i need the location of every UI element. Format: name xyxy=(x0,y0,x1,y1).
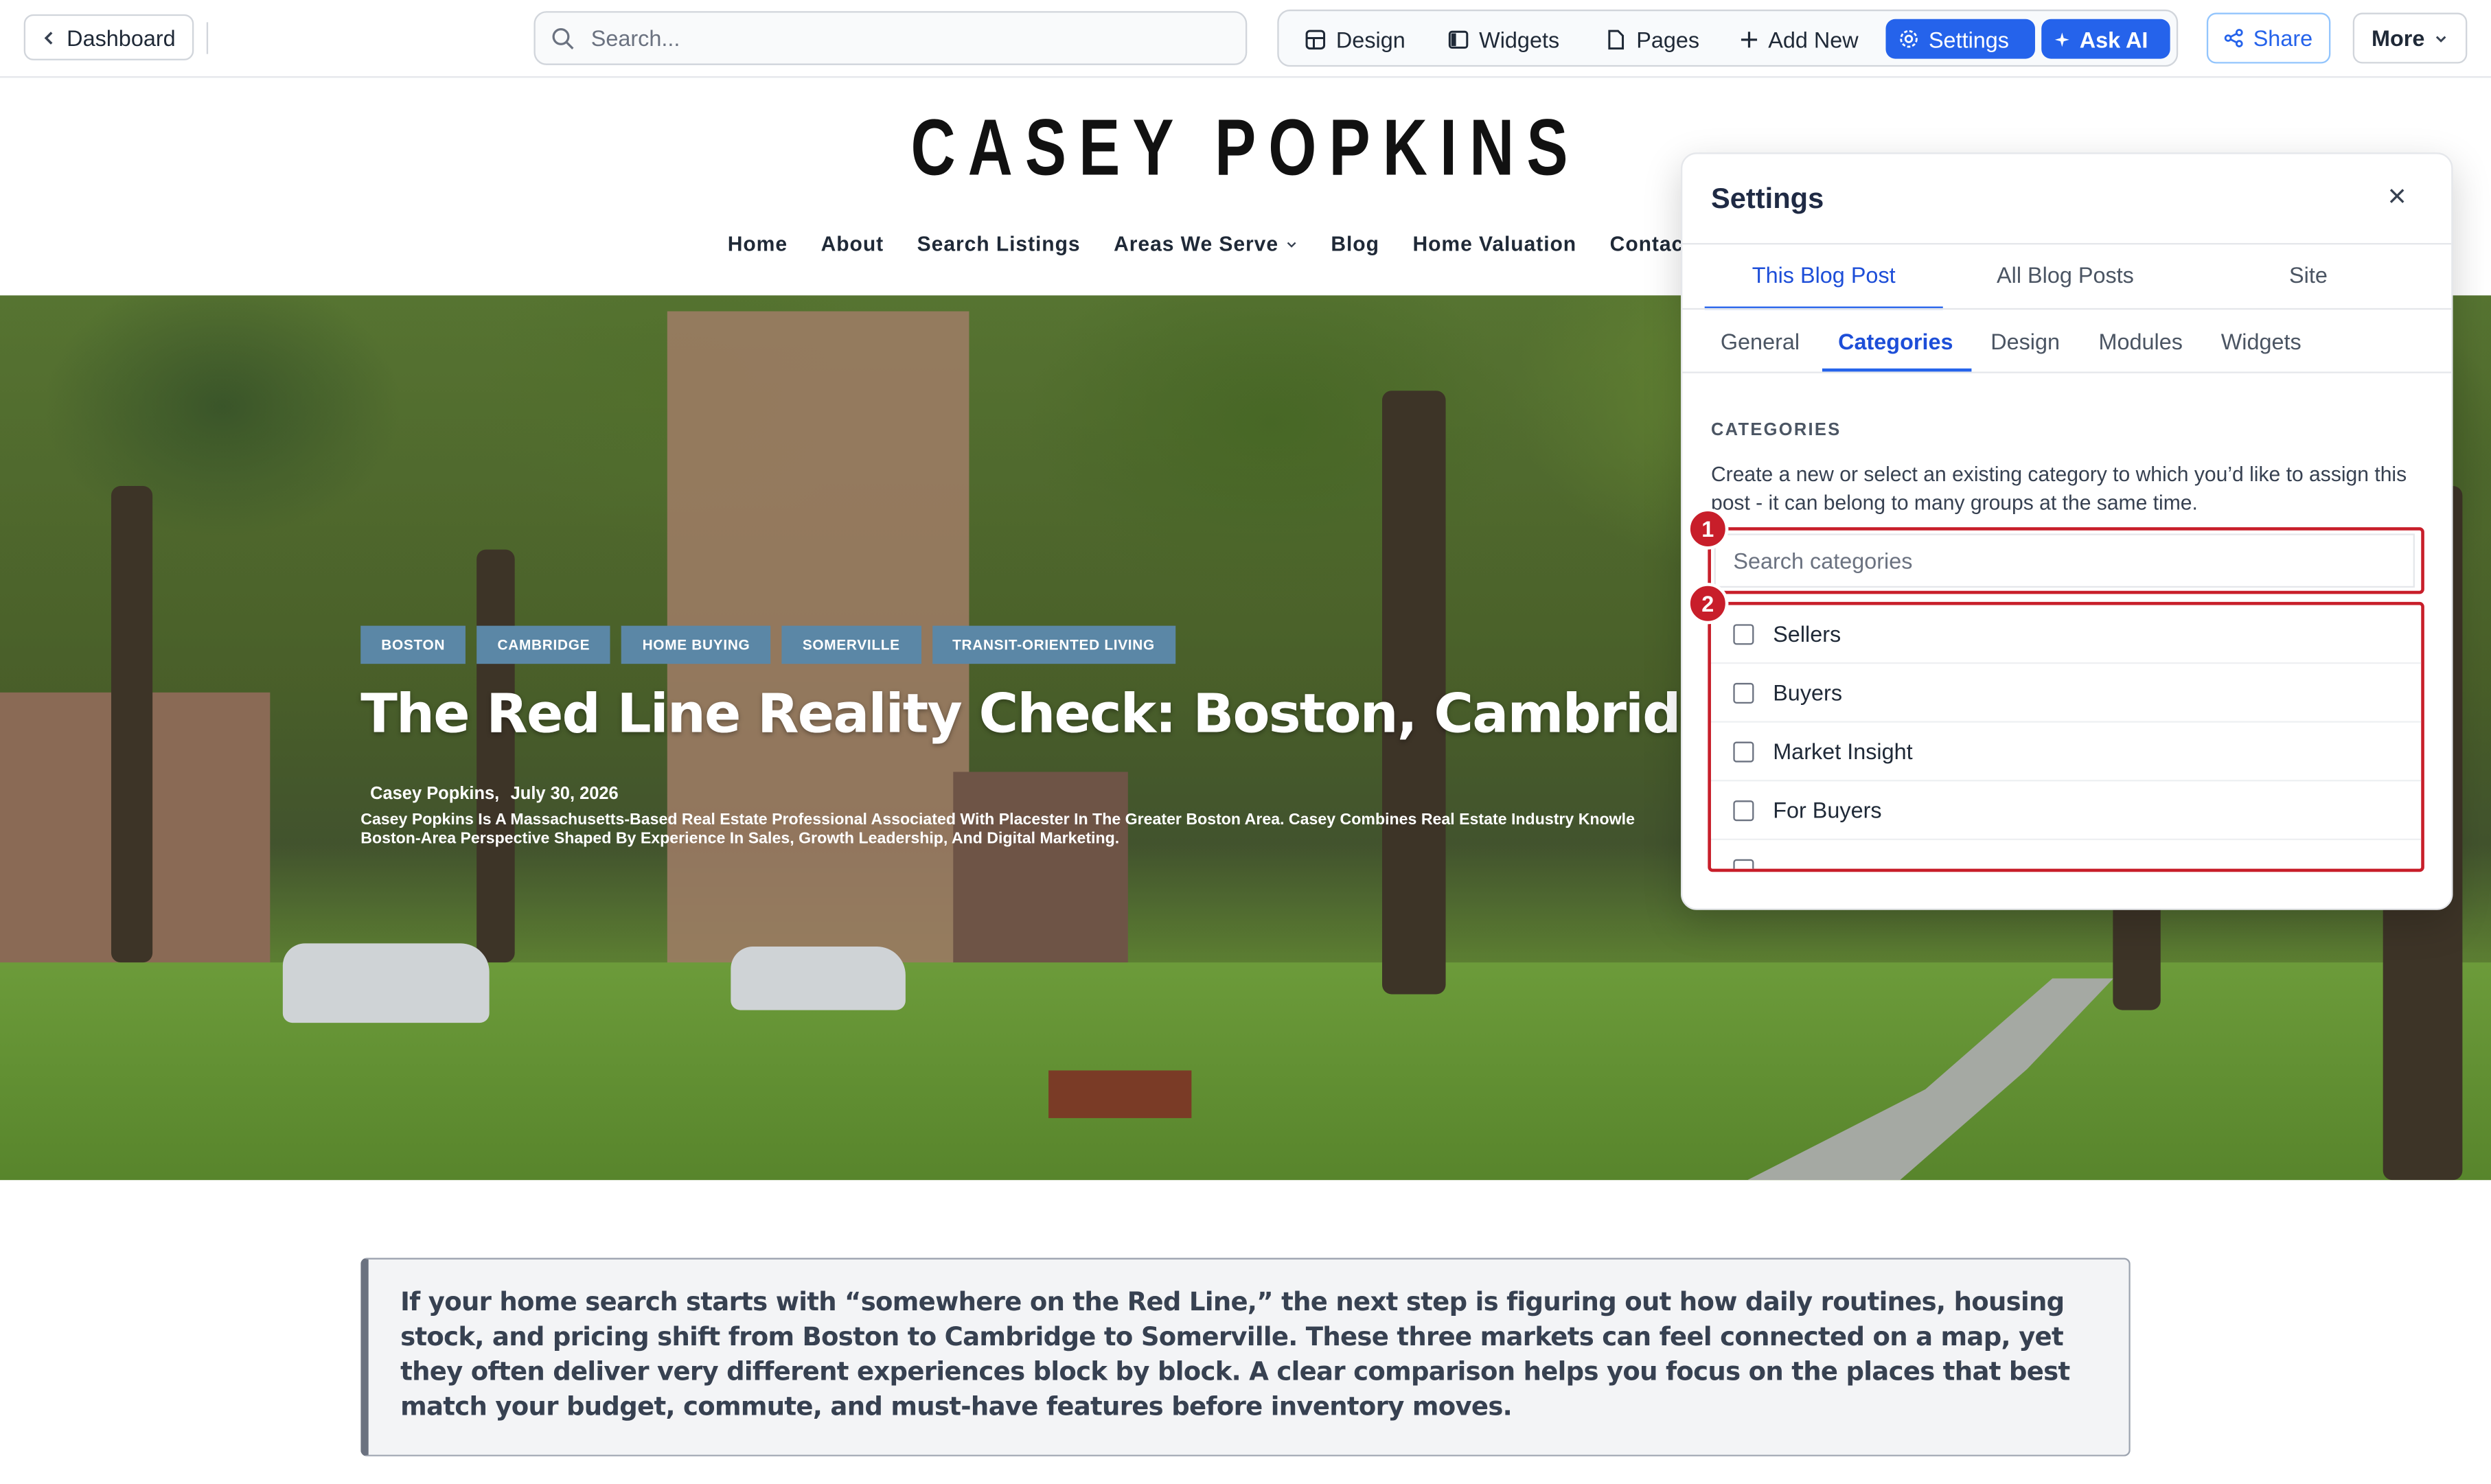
nav-home-valuation[interactable]: Home Valuation xyxy=(1412,232,1576,256)
post-title: The Red Line Reality Check: Boston, Camb… xyxy=(360,682,2046,747)
search-input[interactable] xyxy=(588,23,1198,53)
divider xyxy=(1682,308,2452,310)
annotation-badge-1: 1 xyxy=(1687,508,1729,550)
category-search-input[interactable] xyxy=(1714,533,2415,588)
author-bio: Casey Popkins Is A Massachusetts-Based R… xyxy=(360,811,1695,850)
dashboard-button[interactable]: Dashboard xyxy=(23,14,194,60)
nav-blog[interactable]: Blog xyxy=(1331,232,1379,256)
share-button[interactable]: Share xyxy=(2206,12,2331,64)
pages-button[interactable]: Pages xyxy=(1592,19,1712,59)
settings-label: Settings xyxy=(1928,26,2010,52)
tab-all-blog-posts[interactable]: All Blog Posts xyxy=(1946,262,2184,288)
parked-car xyxy=(282,943,490,1023)
site-navigation: Home About Search Listings Areas We Serv… xyxy=(728,232,1691,256)
editor-toolbar: Dashboard Design Widgets Pages Add New xyxy=(0,0,2491,78)
category-option[interactable]: Buyers xyxy=(1710,664,2422,723)
design-label: Design xyxy=(1335,26,1405,52)
author-name[interactable]: Casey Popkins, xyxy=(370,785,499,804)
settings-button[interactable]: Settings xyxy=(1885,19,2035,59)
editor-tools: Design Widgets Pages Add New Settings As… xyxy=(1277,9,2179,67)
pages-label: Pages xyxy=(1636,26,1700,52)
search-icon xyxy=(552,27,574,49)
subtab-categories[interactable]: Categories xyxy=(1838,329,1953,354)
widgets-icon xyxy=(1448,30,1469,48)
chevron-left-icon xyxy=(44,31,53,44)
gear-icon xyxy=(1900,30,1918,48)
close-icon[interactable]: × xyxy=(2388,179,2407,216)
subtab-modules[interactable]: Modules xyxy=(2099,329,2183,354)
sparkle-icon xyxy=(2054,32,2069,47)
categories-heading: CATEGORIES xyxy=(1710,421,1841,440)
divider xyxy=(1682,371,2452,373)
add-new-label: Add New xyxy=(1768,26,1859,52)
checkbox[interactable] xyxy=(1733,858,1754,869)
tree-trunk xyxy=(111,486,153,963)
category-label: For Buyers xyxy=(1773,797,1882,823)
post-tags: BOSTON CAMBRIDGE HOME BUYING SOMERVILLE … xyxy=(360,625,1175,664)
settings-title: Settings xyxy=(1710,183,1824,215)
tag-cambridge[interactable]: CAMBRIDGE xyxy=(477,625,611,664)
page-icon xyxy=(1608,29,1625,49)
checkbox[interactable] xyxy=(1733,623,1754,645)
categories-description: Create a new or select an existing categ… xyxy=(1710,462,2407,515)
chevron-down-icon xyxy=(1287,241,1296,247)
tab-this-blog-post[interactable]: This Blog Post xyxy=(1705,262,1943,288)
category-option[interactable]: For Buyers xyxy=(1710,781,2422,841)
checkbox[interactable] xyxy=(1733,741,1754,762)
subtab-general[interactable]: General xyxy=(1721,329,1800,354)
tag-somerville[interactable]: SOMERVILLE xyxy=(781,625,921,664)
tag-boston[interactable]: BOSTON xyxy=(360,625,466,664)
author-bio-line: Boston-Area Perspective Shaped By Experi… xyxy=(360,831,1120,848)
post-date: July 30, 2026 xyxy=(510,785,619,804)
settings-panel: Settings × This Blog Post All Blog Posts… xyxy=(1681,152,2453,910)
tag-home-buying[interactable]: HOME BUYING xyxy=(621,625,771,664)
tag-transit-oriented-living[interactable]: TRANSIT-ORIENTED LIVING xyxy=(932,625,1175,664)
tab-site[interactable]: Site xyxy=(2188,262,2429,288)
nav-about[interactable]: About xyxy=(821,232,884,256)
building xyxy=(953,772,1128,979)
nav-areas-we-serve[interactable]: Areas We Serve xyxy=(1114,232,1298,256)
checkbox[interactable] xyxy=(1733,682,1754,703)
park-bench xyxy=(1048,1070,1192,1118)
parked-car xyxy=(731,947,906,1010)
author-bio-line: Casey Popkins Is A Massachusetts-Based R… xyxy=(360,811,1635,829)
category-list[interactable]: Sellers Buyers Market Insight For Buyers xyxy=(1708,601,2424,872)
nav-contact[interactable]: Contact xyxy=(1610,232,1691,256)
category-option[interactable]: Sellers xyxy=(1710,605,2422,664)
category-label: Buyers xyxy=(1773,680,1843,706)
post-byline: Casey Popkins, July 30, 2026 xyxy=(370,785,619,804)
category-search-highlight xyxy=(1708,527,2424,594)
design-button[interactable]: Design xyxy=(1292,19,1418,59)
category-label: Market Insight xyxy=(1773,738,1913,764)
nav-areas-label: Areas We Serve xyxy=(1114,231,1278,256)
nav-home[interactable]: Home xyxy=(728,232,788,256)
subtab-design[interactable]: Design xyxy=(1990,329,2060,354)
editor-search[interactable] xyxy=(533,11,1248,65)
ask-ai-label: Ask AI xyxy=(2079,26,2148,52)
more-button[interactable]: More xyxy=(2352,12,2468,64)
ask-ai-button[interactable]: Ask AI xyxy=(2041,19,2170,59)
add-new-button[interactable]: Add New xyxy=(1727,19,1871,59)
tree-trunk xyxy=(477,549,515,963)
chevron-down-icon xyxy=(2436,35,2446,42)
share-icon xyxy=(2225,29,2244,47)
category-label: Sellers xyxy=(1773,621,1841,647)
category-option[interactable]: Market Insight xyxy=(1710,723,2422,782)
more-label: More xyxy=(2371,25,2425,51)
intro-callout: If your home search starts with “somewhe… xyxy=(360,1257,2131,1457)
nav-search-listings[interactable]: Search Listings xyxy=(917,232,1081,256)
share-label: Share xyxy=(2253,25,2313,51)
widgets-label: Widgets xyxy=(1479,26,1560,52)
palette-icon xyxy=(1305,29,1326,49)
widgets-button[interactable]: Widgets xyxy=(1434,19,1572,59)
checkbox[interactable] xyxy=(1733,799,1754,821)
toolbar-divider xyxy=(206,22,209,54)
subtab-widgets[interactable]: Widgets xyxy=(2221,329,2301,354)
dashboard-label: Dashboard xyxy=(67,24,176,50)
divider xyxy=(1682,243,2452,245)
plus-icon xyxy=(1741,31,1758,47)
annotation-badge-2: 2 xyxy=(1687,583,1729,625)
category-option[interactable] xyxy=(1711,840,2421,869)
